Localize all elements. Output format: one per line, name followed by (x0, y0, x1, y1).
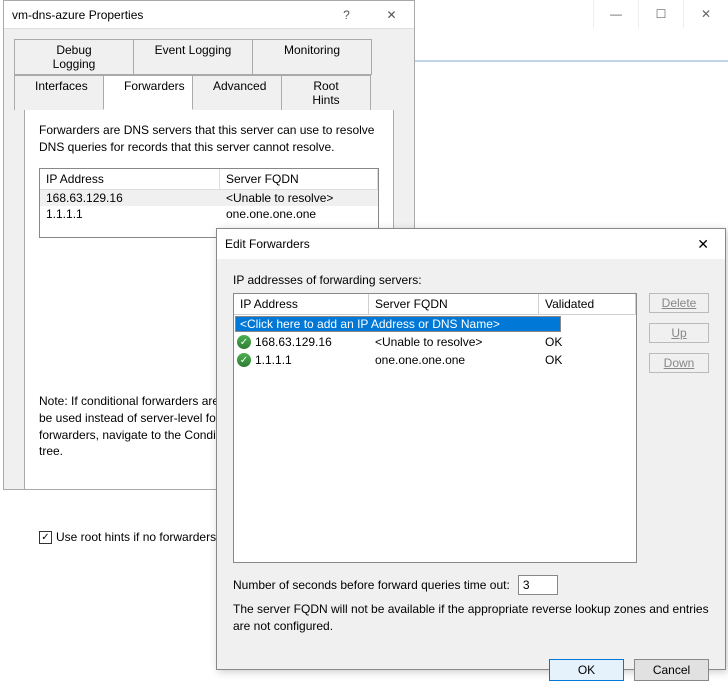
window-title: vm-dns-azure Properties (12, 8, 143, 22)
check-icon: ✓ (237, 335, 251, 349)
fqdn-note: The server FQDN will not be available if… (233, 601, 709, 635)
cell-fqdn: one.one.one.one (226, 207, 316, 221)
dialog-label: IP addresses of forwarding servers: (233, 273, 709, 287)
bg-minimize-button[interactable]: — (593, 0, 638, 28)
bg-maximize-button[interactable]: ☐ (638, 0, 683, 28)
tab-root-hints[interactable]: Root Hints (281, 75, 371, 110)
cell-ip: 1.1.1.1 (46, 207, 226, 221)
tab-advanced[interactable]: Advanced (192, 75, 282, 110)
edit-forwarders-dialog: Edit Forwarders ✕ IP addresses of forwar… (216, 228, 726, 670)
up-button[interactable]: Up (649, 323, 709, 343)
note-text: Note: If conditional forwarders are de b… (39, 393, 236, 460)
dialog-title: Edit Forwarders (225, 237, 310, 251)
col-fqdn[interactable]: Server FQDN (369, 294, 539, 314)
root-hints-checkbox[interactable]: ✓ (39, 531, 52, 544)
tab-interfaces[interactable]: Interfaces (14, 75, 104, 110)
help-button[interactable]: ? (324, 1, 369, 29)
cell-fqdn: <Unable to resolve> (369, 334, 539, 350)
grid-row[interactable]: ✓ 1.1.1.1 one.one.one.one OK (234, 351, 636, 369)
cell-ip: 168.63.129.16 (255, 335, 332, 349)
description-text: Forwarders are DNS servers that this ser… (39, 122, 379, 156)
tab-debug-logging[interactable]: Debug Logging (14, 39, 134, 75)
root-hints-label: Use root hints if no forwarders are (56, 530, 237, 544)
timeout-label: Number of seconds before forward queries… (233, 578, 510, 592)
cell-validated: OK (539, 334, 636, 350)
down-button[interactable]: Down (649, 353, 709, 373)
close-button[interactable]: ✕ (369, 1, 414, 29)
table-row[interactable]: 1.1.1.1 one.one.one.one (40, 206, 378, 222)
cell-validated: OK (539, 352, 636, 368)
cell-ip: 168.63.129.16 (46, 191, 226, 205)
cell-ip: 1.1.1.1 (255, 353, 292, 367)
table-row[interactable]: 168.63.129.16 <Unable to resolve> (40, 190, 378, 206)
bg-close-button[interactable]: ✕ (683, 0, 728, 28)
tab-monitoring[interactable]: Monitoring (252, 39, 372, 75)
bg-divider (410, 60, 728, 62)
delete-button[interactable]: Delete (649, 293, 709, 313)
col-ip[interactable]: IP Address (234, 294, 369, 314)
close-button[interactable]: ✕ (689, 232, 717, 257)
timeout-input[interactable]: 3 (518, 575, 558, 595)
cell-fqdn: one.one.one.one (369, 352, 539, 368)
col-ip[interactable]: IP Address (40, 169, 220, 189)
cell-fqdn: <Unable to resolve> (226, 191, 333, 205)
ok-button[interactable]: OK (549, 659, 624, 681)
tab-forwarders[interactable]: Forwarders (103, 75, 193, 110)
add-ip-placeholder[interactable]: <Click here to add an IP Address or DNS … (235, 316, 561, 332)
check-icon: ✓ (237, 353, 251, 367)
grid-row[interactable]: ✓ 168.63.129.16 <Unable to resolve> OK (234, 333, 636, 351)
cancel-button[interactable]: Cancel (634, 659, 709, 681)
forwarders-grid: IP Address Server FQDN Validated <Click … (233, 293, 637, 563)
tab-event-logging[interactable]: Event Logging (133, 39, 253, 75)
col-validated[interactable]: Validated (539, 294, 636, 314)
col-fqdn[interactable]: Server FQDN (220, 169, 378, 189)
